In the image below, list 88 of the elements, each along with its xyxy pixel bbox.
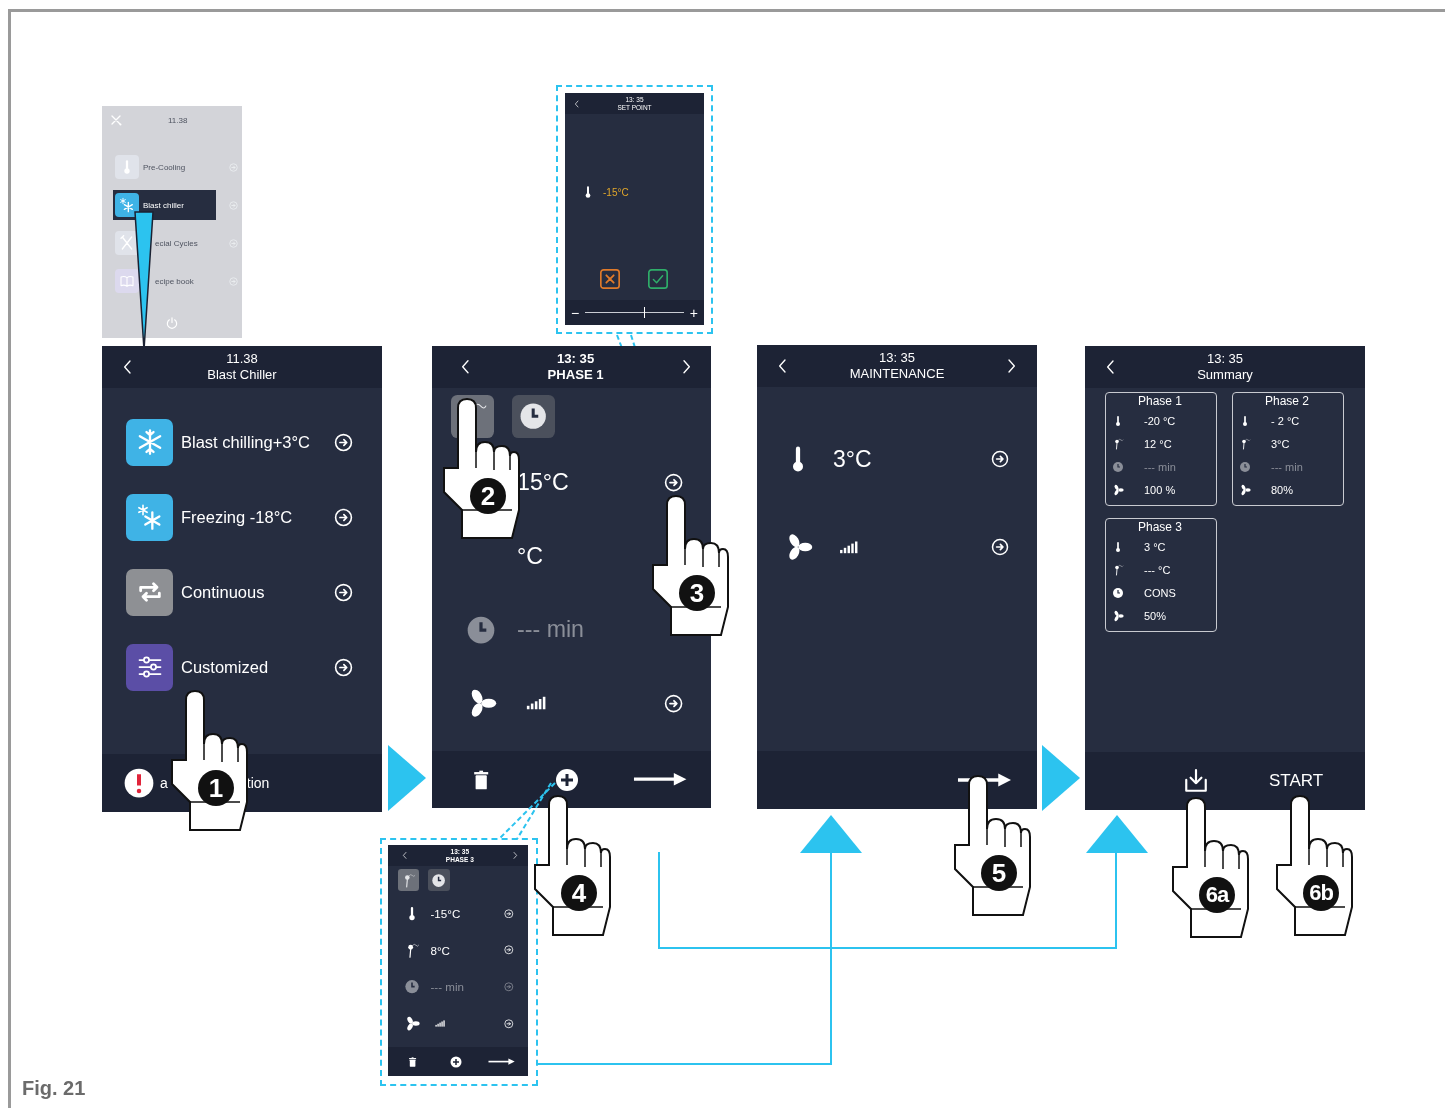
add-icon[interactable] bbox=[555, 767, 580, 792]
parameter-value: CONS bbox=[1144, 586, 1176, 599]
start-button[interactable]: START bbox=[1269, 771, 1324, 791]
confirm-icon[interactable] bbox=[647, 268, 669, 290]
parameter-value: --- min bbox=[1144, 460, 1176, 473]
signal-bars-icon bbox=[435, 1020, 446, 1028]
mode-button[interactable] bbox=[511, 394, 556, 438]
program-item[interactable]: Continuous bbox=[126, 568, 358, 616]
phase-title: Phase 3 bbox=[1136, 520, 1183, 535]
trash-icon[interactable] bbox=[407, 1055, 419, 1068]
probe-icon bbox=[1112, 562, 1124, 577]
download-icon[interactable] bbox=[1183, 767, 1209, 795]
parameter-value: 3°C bbox=[833, 445, 872, 473]
parameter-value: 50% bbox=[1144, 609, 1167, 622]
next-triangle bbox=[1042, 745, 1080, 811]
increase-button[interactable]: + bbox=[689, 305, 698, 320]
arrow-circle-icon bbox=[229, 200, 238, 210]
parameter-value: --- min bbox=[517, 616, 584, 644]
alert-icon[interactable] bbox=[124, 768, 154, 798]
probe-icon bbox=[1112, 436, 1124, 451]
arrow-circle-icon bbox=[229, 162, 238, 172]
program-label: Customized bbox=[181, 657, 269, 677]
footer-text: a bbox=[160, 775, 168, 791]
screen-title: PHASE 1 bbox=[547, 367, 604, 383]
back-icon[interactable] bbox=[573, 98, 581, 109]
figure-label: Fig. 21 bbox=[22, 1077, 86, 1100]
arrow-right-icon[interactable] bbox=[632, 772, 688, 787]
clock-icon bbox=[431, 872, 447, 888]
up-triangle bbox=[1086, 815, 1148, 853]
clock-time: 13: 35 bbox=[1206, 351, 1244, 367]
up-triangle bbox=[800, 815, 862, 853]
arrow-circle-icon bbox=[229, 238, 238, 248]
clock-icon bbox=[1239, 459, 1251, 474]
parameter-value: --- °C bbox=[1144, 563, 1171, 576]
cancel-icon[interactable] bbox=[599, 268, 621, 290]
clock-time: 11.38 bbox=[168, 115, 188, 125]
parameter-value: 8°C bbox=[430, 943, 450, 957]
decrease-button[interactable]: − bbox=[571, 305, 580, 320]
program-label: Continuous bbox=[181, 582, 265, 602]
clock-time: 13: 35 bbox=[557, 351, 595, 368]
menu-label: Blast chiller bbox=[143, 200, 184, 210]
screen-title: Summary bbox=[1197, 367, 1253, 383]
parameter-value: -20 °C bbox=[1144, 414, 1176, 427]
parameter-value: - 2 °C bbox=[1271, 414, 1300, 427]
fan-icon bbox=[1112, 608, 1124, 623]
mode-button[interactable] bbox=[428, 869, 450, 891]
parameter-value: 15°C bbox=[517, 469, 569, 497]
footer-text: tion bbox=[246, 775, 270, 791]
clock-icon bbox=[518, 401, 549, 432]
program-label: Freezing -18°C bbox=[181, 507, 293, 527]
parameter-value: --- min bbox=[1271, 460, 1303, 473]
phase-title: Phase 2 bbox=[1263, 394, 1310, 409]
phase-title: Phase 1 bbox=[1136, 394, 1183, 409]
program-item[interactable]: Blast chilling+3°C bbox=[126, 418, 358, 466]
clock-icon bbox=[1112, 459, 1124, 474]
screen-title: MAINTENANCE bbox=[849, 366, 945, 382]
mode-button[interactable] bbox=[397, 869, 420, 891]
add-icon[interactable] bbox=[449, 1055, 462, 1068]
arrow-circle-icon bbox=[229, 276, 238, 286]
clock-time: 13: 35 bbox=[878, 350, 916, 366]
pointing-hand-icon bbox=[1273, 795, 1353, 937]
program-label: Blast chilling+3°C bbox=[181, 432, 311, 452]
arrow-right-icon[interactable] bbox=[488, 1058, 516, 1066]
menu-label: Pre-Cooling bbox=[143, 162, 186, 172]
signal-bars-icon bbox=[839, 540, 859, 554]
parameter-value: 3 °C bbox=[1144, 540, 1166, 553]
program-item[interactable]: Freezing -18°C bbox=[126, 493, 358, 541]
menu-label: ecipe book bbox=[155, 276, 194, 286]
screen-title: Blast Chiller bbox=[207, 367, 277, 383]
next-triangle bbox=[388, 745, 426, 811]
parameter-value: 80% bbox=[1271, 483, 1294, 496]
signal-bars-icon bbox=[526, 696, 548, 711]
parameter-value: -15°C bbox=[430, 906, 461, 920]
setpoint-value: -15°C bbox=[603, 186, 629, 198]
parameter-value: 100 % bbox=[1144, 483, 1176, 496]
probe-icon bbox=[1239, 436, 1251, 451]
clock-icon bbox=[1112, 585, 1124, 600]
parameter-value: 12 °C bbox=[1144, 437, 1172, 450]
menu-item[interactable]: Pre-Cooling bbox=[113, 152, 216, 182]
parameter-value: --- min bbox=[430, 980, 464, 994]
program-item[interactable]: Customized bbox=[126, 643, 358, 691]
menu-label: ecial Cycles bbox=[155, 238, 198, 248]
parameter-value: °C bbox=[517, 542, 544, 570]
callout-lines bbox=[497, 781, 559, 841]
clock-time: 11.38 bbox=[226, 351, 258, 367]
fan-icon bbox=[1239, 482, 1251, 497]
fan-icon bbox=[1112, 482, 1124, 497]
parameter-value: 3°C bbox=[1271, 437, 1290, 450]
